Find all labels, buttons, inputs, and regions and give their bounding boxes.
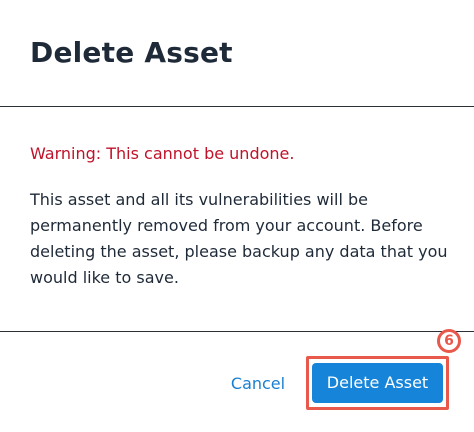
footer-divider bbox=[0, 331, 474, 332]
body-line: would like to save. bbox=[30, 268, 179, 287]
body-line: This asset and all its vulnerabilities w… bbox=[30, 190, 368, 209]
dialog-body: This asset and all its vulnerabilities w… bbox=[30, 187, 448, 291]
delete-asset-button[interactable]: Delete Asset bbox=[312, 363, 443, 403]
body-line: permanently removed from your account. B… bbox=[30, 216, 423, 235]
dialog-title: Delete Asset bbox=[30, 36, 233, 69]
cancel-button[interactable]: Cancel bbox=[222, 372, 294, 396]
delete-asset-dialog: Delete Asset Warning: This cannot be und… bbox=[0, 0, 474, 432]
warning-message: Warning: This cannot be undone. bbox=[30, 144, 295, 163]
body-line: deleting the asset, please backup any da… bbox=[30, 242, 448, 261]
step-number-badge: 6 bbox=[437, 329, 461, 353]
header-divider bbox=[0, 106, 474, 107]
